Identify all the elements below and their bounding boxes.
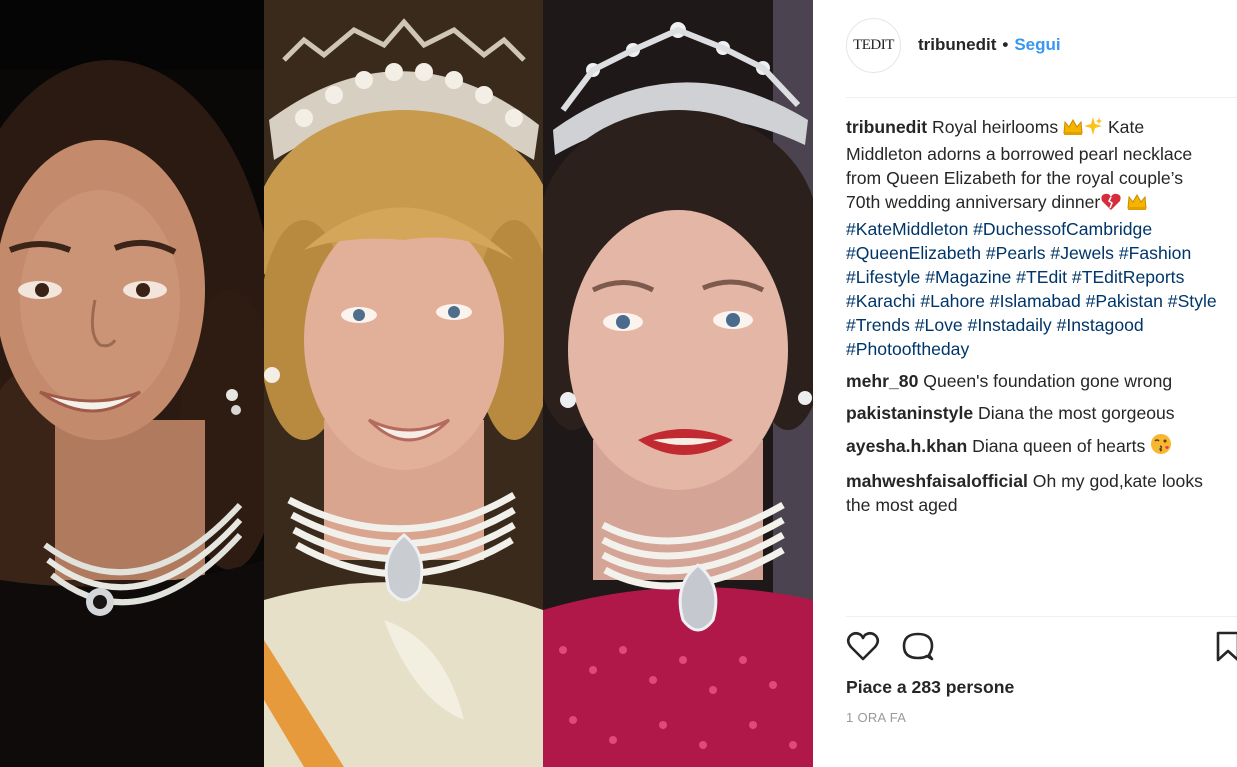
caption-username[interactable]: tribunedit: [846, 117, 927, 137]
header-username[interactable]: tribunedit: [918, 35, 996, 55]
hashtag-line[interactable]: #Lifestyle #Magazine #TEdit #TEditReport…: [846, 265, 1237, 289]
comment-item: mehr_80 Queen's foundation gone wrong: [846, 369, 1237, 393]
comment-item: pakistaninstyle Diana the most gorgeous: [846, 401, 1237, 425]
photo-panel-middle: [264, 0, 543, 767]
comment-text-cont: the most aged: [846, 495, 958, 515]
comment-text: Oh my god,kate looks: [1032, 471, 1203, 491]
follow-button[interactable]: Segui: [1014, 35, 1060, 55]
comment-text: Diana queen of hearts: [972, 436, 1146, 456]
crown-icon: [1127, 193, 1147, 217]
sparkle-icon: [1083, 116, 1103, 142]
comment-username[interactable]: mehr_80: [846, 371, 918, 391]
caption-line-4: 70th wedding anniversary dinner: [846, 190, 1237, 217]
caption-text: Royal heirlooms: [932, 117, 1059, 137]
comment-text: Diana the most gorgeous: [978, 403, 1175, 423]
crown-icon: [1063, 118, 1083, 142]
post-side-panel: TEDIT tribunedit • Segui tribunedit Roya…: [813, 0, 1237, 767]
photo-panel-right: [543, 0, 813, 767]
comment-item: ayesha.h.khan Diana queen of hearts: [846, 433, 1237, 461]
hashtag-line[interactable]: #KateMiddleton #DuchessofCambridge: [846, 217, 1237, 241]
comment-username[interactable]: mahweshfaisalofficial: [846, 471, 1028, 491]
photo-panel-left: [0, 0, 264, 767]
heart-outline-icon[interactable]: [846, 630, 880, 664]
caption-text-line-3: from Queen Elizabeth for the royal coupl…: [846, 168, 1184, 188]
comments-list: tribunedit Royal heirlooms Kate Middleto…: [846, 115, 1237, 525]
hashtag-line[interactable]: #Karachi #Lahore #Islamabad #Pakistan #S…: [846, 289, 1237, 313]
header-divider: [846, 97, 1237, 98]
avatar[interactable]: TEDIT: [846, 17, 901, 73]
comment-text: Queen's foundation gone wrong: [923, 371, 1173, 391]
actions-divider: [846, 616, 1237, 617]
post-timestamp[interactable]: 1 ORA FA: [846, 710, 906, 725]
header-separator: •: [1002, 35, 1009, 54]
caption-text-2: Kate: [1107, 117, 1145, 137]
bookmark-icon[interactable]: [1211, 630, 1237, 664]
hashtag-line[interactable]: #Photooftheday: [846, 337, 1237, 361]
likes-count[interactable]: Piace a 283 persone: [846, 677, 1014, 698]
hashtag-line[interactable]: #QueenElizabeth #Pearls #Jewels #Fashion: [846, 241, 1237, 265]
kissing-face-icon: [1150, 433, 1172, 461]
post-header: TEDIT tribunedit • Segui: [846, 17, 1237, 73]
speech-bubble-icon[interactable]: [901, 630, 935, 664]
post-photo[interactable]: [0, 0, 813, 767]
comment-username[interactable]: pakistaninstyle: [846, 403, 973, 423]
caption-text-line-2: Middleton adorns a borrowed pearl neckla…: [846, 144, 1193, 164]
caption-line: tribunedit Royal heirlooms Kate: [846, 115, 1237, 142]
hashtag-line[interactable]: #Trends #Love #Instadaily #Instagood: [846, 313, 1237, 337]
caption-text-line-4: 70th wedding anniversary dinner: [846, 192, 1101, 212]
comment-item: mahweshfaisalofficial Oh my god,kate loo…: [846, 469, 1237, 517]
action-bar: [846, 630, 1237, 666]
comment-username[interactable]: ayesha.h.khan: [846, 436, 967, 456]
caption: tribunedit Royal heirlooms Kate Middleto…: [846, 115, 1237, 361]
broken-heart-icon: [1100, 193, 1122, 217]
